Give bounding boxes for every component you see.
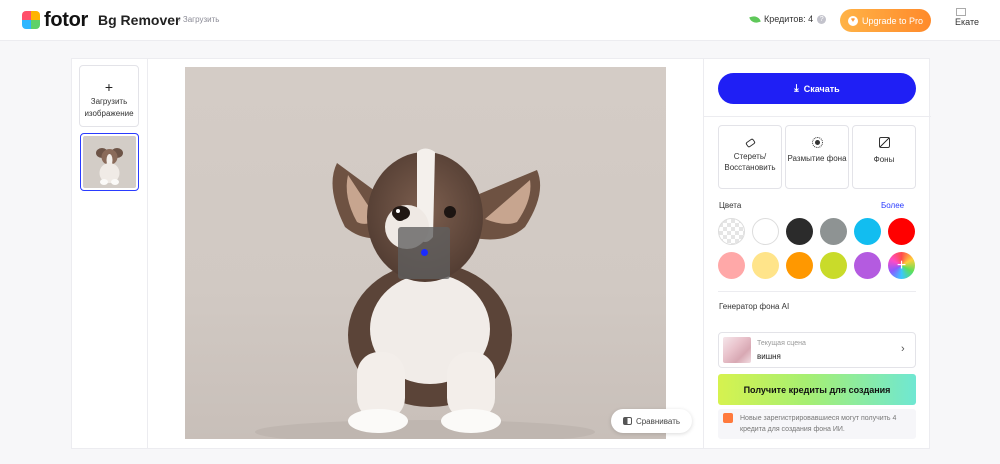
upload-image-button[interactable]: + Загрузить изображение — [79, 65, 139, 127]
swatch-lime[interactable] — [820, 252, 847, 279]
custom-color-picker-icon[interactable]: + — [888, 252, 915, 279]
swatch-purple[interactable] — [854, 252, 881, 279]
divider — [704, 116, 931, 117]
avatar-alt-text: Екате — [955, 17, 979, 27]
download-icon: ⤓ — [794, 83, 799, 94]
backgrounds-tool[interactable]: Фоны — [852, 125, 916, 189]
diamond-icon: ♥ — [847, 15, 858, 26]
swatch-cyan[interactable] — [854, 218, 881, 245]
colors-heading: Цвета — [719, 201, 742, 210]
credits-indicator[interactable]: Кредитов: 4 ? — [749, 14, 827, 24]
download-label: Скачать — [803, 83, 840, 94]
get-credits-button[interactable]: Получите кредиты для создания — [718, 374, 916, 405]
app-name: Bg Remover — [98, 12, 181, 28]
swatch-gray[interactable] — [820, 218, 847, 245]
canvas-area: Сравнивать — [149, 59, 702, 448]
settings-panel: ⤓ Скачать Стереть/ Восстановить Размытие… — [703, 59, 931, 448]
upgrade-label: Upgrade to Pro — [861, 15, 924, 26]
swatch-light-yellow[interactable] — [752, 252, 779, 279]
swatch-orange[interactable] — [786, 252, 813, 279]
editor-workspace: + Загрузить изображение Сравнивать ⤓ Ска… — [71, 58, 931, 449]
corgi-photo[interactable] — [185, 67, 666, 439]
image-list-panel: + Загрузить изображение — [72, 59, 148, 448]
compare-label: Сравнивать — [635, 416, 681, 426]
breadcrumb[interactable]: › Загрузить — [178, 15, 219, 24]
swatch-pink[interactable] — [718, 252, 745, 279]
scene-name: вишня — [757, 352, 781, 361]
fotor-logo-mark-icon — [22, 11, 40, 29]
tool-label: Размытие фона — [787, 154, 847, 163]
promo-notice: Новые зарегистрировавшиеся могут получит… — [718, 409, 916, 439]
chevron-right-icon: › — [901, 343, 905, 355]
promo-text: Новые зарегистрировавшиеся могут получит… — [740, 415, 897, 433]
swatch-red[interactable] — [888, 218, 915, 245]
background-icon — [878, 137, 890, 148]
swatch-black[interactable] — [786, 218, 813, 245]
upgrade-button[interactable]: ♥ Upgrade to Pro — [840, 9, 931, 32]
download-button[interactable]: ⤓ Скачать — [718, 73, 916, 104]
processing-overlay — [398, 227, 450, 279]
scene-thumbnail — [723, 337, 751, 363]
gift-icon — [723, 413, 733, 423]
credits-text: Кредитов: 4 — [764, 14, 814, 24]
current-scene-selector[interactable]: Текущая сцена вишня › — [718, 332, 916, 368]
more-colors-link[interactable]: Более — [881, 201, 904, 210]
erase-restore-tool[interactable]: Стереть/ Восстановить — [718, 125, 782, 189]
tool-label: Фоны — [873, 155, 895, 164]
swatch-transparent[interactable] — [718, 218, 745, 245]
blur-background-tool[interactable]: Размытие фона — [785, 125, 849, 189]
help-icon[interactable]: ? — [817, 14, 827, 24]
compare-button[interactable]: Сравнивать — [611, 409, 692, 433]
ai-generator-heading: Генератор фона AI — [719, 302, 790, 311]
eraser-icon — [744, 137, 756, 149]
blur-icon — [811, 137, 823, 148]
upload-label: Загрузить изображение — [84, 97, 134, 118]
tool-options: Стереть/ Восстановить Размытие фона Фоны — [718, 125, 916, 189]
loading-spinner-icon — [421, 249, 428, 256]
compare-icon — [622, 417, 632, 425]
plus-icon: + — [104, 79, 114, 95]
corgi-thumbnail-image — [83, 136, 136, 188]
logo-text: fotor — [44, 8, 89, 31]
avatar[interactable]: Екате — [955, 8, 979, 32]
fotor-logo[interactable]: fotor — [22, 8, 89, 31]
divider — [718, 291, 916, 292]
broken-image-icon — [956, 8, 966, 16]
scene-caption: Текущая сцена — [757, 340, 806, 347]
image-thumbnail-selected[interactable] — [80, 133, 139, 191]
swatch-white[interactable] — [752, 218, 779, 245]
tool-label: Стереть/ Восстановить — [724, 152, 776, 172]
top-header: fotor Bg Remover › Загрузить Кредитов: 4… — [0, 0, 1000, 41]
leaf-icon — [749, 14, 761, 24]
